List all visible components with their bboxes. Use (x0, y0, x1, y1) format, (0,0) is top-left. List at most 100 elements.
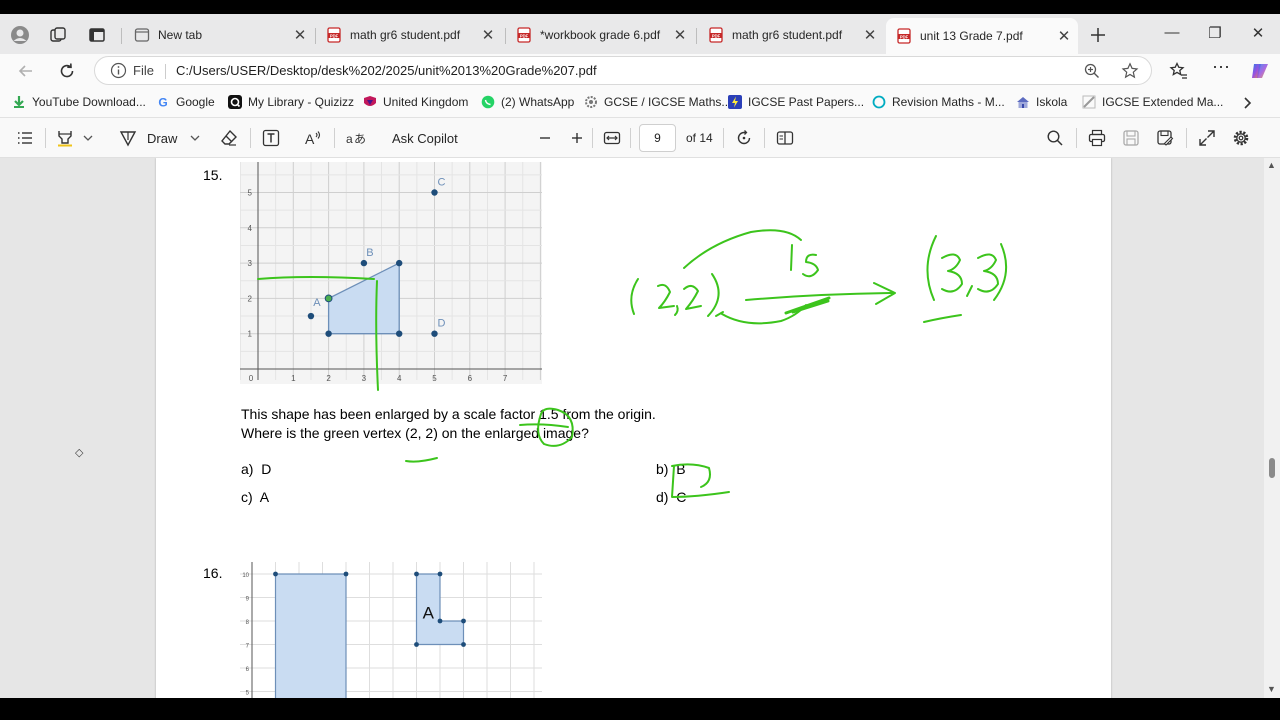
print-icon[interactable] (1088, 129, 1106, 147)
grid-graph-q16: 1098765A (240, 562, 542, 698)
page-view-icon[interactable] (776, 129, 794, 147)
refresh-icon[interactable] (57, 61, 77, 81)
read-aloud-icon[interactable]: A (304, 129, 322, 147)
close-window-icon[interactable]: ✕ (1243, 24, 1273, 42)
draw-pen-icon[interactable] (119, 129, 137, 147)
close-tab-icon[interactable]: ✕ (670, 26, 690, 44)
tab-title: unit 13 Grade 7.pdf (920, 29, 1023, 43)
address-bar[interactable]: File C:/Users/USER/Desktop/desk%202/2025… (94, 56, 1152, 85)
y-tick-label: 5 (248, 189, 253, 198)
search-icon[interactable] (1046, 129, 1064, 147)
tab-actions-icon[interactable] (87, 25, 107, 45)
svg-text:PDF: PDF (330, 33, 339, 38)
ink-paren (707, 273, 720, 317)
chevron-down-icon[interactable] (82, 129, 94, 147)
bookmark-youtube-download[interactable]: YouTube Download... (12, 95, 146, 109)
tab-unit-13-grade-7[interactable]: PDF unit 13 Grade 7.pdf ✕ (886, 18, 1078, 54)
favorites-icon[interactable] (1169, 61, 1189, 81)
restore-icon[interactable]: ❐ (1200, 24, 1230, 42)
school-icon (1017, 97, 1029, 108)
tab-title: *workbook grade 6.pdf (540, 28, 661, 42)
copilot-icon[interactable] (1249, 60, 1271, 82)
draw-label[interactable]: Draw (147, 131, 177, 146)
bookmark-whatsapp[interactable]: (2) WhatsApp (481, 95, 574, 109)
bookmark-gcse-igcse-maths[interactable]: GCSE / IGCSE Maths... (584, 95, 731, 109)
scheme-label: File (133, 63, 154, 78)
zoom-in-icon[interactable] (568, 129, 586, 147)
zoom-out-icon[interactable] (536, 129, 554, 147)
profile-icon[interactable] (10, 25, 30, 45)
add-text-icon[interactable] (262, 129, 280, 147)
chevron-down-icon[interactable] (189, 129, 201, 147)
contents-list-icon[interactable] (16, 129, 34, 147)
pdf-site-icon (1082, 95, 1096, 109)
bookmark-quizizz[interactable]: My Library - Quizizz (228, 95, 354, 109)
option-b[interactable]: b) B (656, 461, 686, 477)
pdf-toolbar: Draw A aあ Ask Copilot 9 of 14 (0, 118, 1280, 158)
pdf-viewport[interactable]: 15. 0123456712345ABCD This shape has bee… (0, 158, 1280, 698)
close-tab-icon[interactable]: ✕ (290, 26, 310, 44)
bookmark-label: Revision Maths - M... (892, 95, 1005, 109)
info-icon[interactable] (110, 62, 127, 79)
translate-icon[interactable]: aあ (346, 129, 366, 147)
zoom-icon[interactable] (1083, 62, 1101, 80)
chevron-right-icon[interactable] (1240, 96, 1254, 110)
question-text-line1: This shape has been enlarged by a scale … (241, 406, 656, 422)
fullscreen-icon[interactable] (1198, 129, 1216, 147)
close-tab-icon[interactable]: ✕ (1054, 27, 1074, 45)
settings-gear-icon[interactable] (1232, 129, 1250, 147)
scrollbar-thumb[interactable] (1269, 458, 1275, 478)
bookmark-igcse-extended-maths[interactable]: IGCSE Extended Ma... (1082, 95, 1223, 109)
fit-width-icon[interactable] (603, 129, 621, 147)
url-text[interactable]: C:/Users/USER/Desktop/desk%202/2025/unit… (176, 63, 597, 78)
bookmark-google[interactable]: G Google (156, 95, 215, 110)
eraser-icon[interactable] (220, 129, 238, 147)
bookmark-iskola[interactable]: Iskola (1016, 95, 1067, 109)
tab-new-tab[interactable]: New tab ✕ (124, 20, 314, 50)
svg-text:G: G (158, 96, 167, 110)
highlight-icon[interactable] (56, 129, 74, 147)
point-label-c: C (438, 177, 446, 189)
svg-text:PDF: PDF (520, 33, 529, 38)
shape-vertex (414, 571, 419, 577)
save-icon[interactable] (1122, 129, 1140, 147)
bookmark-label: United Kingdom (383, 95, 469, 109)
point-label-d: D (438, 318, 446, 330)
close-tab-icon[interactable]: ✕ (860, 26, 880, 44)
google-icon: G (158, 96, 167, 110)
scroll-down-icon[interactable]: ▼ (1267, 684, 1276, 694)
option-d[interactable]: d) C (656, 489, 686, 505)
shape-vertex (461, 642, 466, 647)
option-key: a) (241, 461, 254, 477)
shape-vertex (437, 571, 443, 577)
scroll-up-icon[interactable]: ▲ (1267, 160, 1276, 170)
svg-text:PDF: PDF (712, 33, 721, 38)
workspaces-icon[interactable] (48, 25, 68, 45)
question-number: 16. (203, 565, 223, 581)
bookmark-revision-maths[interactable]: Revision Maths - M... (872, 95, 1005, 109)
cambridge-icon (364, 96, 376, 106)
option-a[interactable]: a) D (241, 461, 271, 477)
close-tab-icon[interactable]: ✕ (478, 26, 498, 44)
favorite-star-icon[interactable] (1121, 62, 1139, 80)
more-options-icon[interactable]: ⋯ (1211, 57, 1231, 77)
bookmark-igcse-past-papers[interactable]: IGCSE Past Papers... (728, 95, 864, 109)
tab-workbook-grade-6[interactable]: PDF *workbook grade 6.pdf ✕ (506, 20, 694, 50)
back-icon[interactable] (16, 61, 36, 81)
cursor-marker-icon: ◇ (75, 447, 84, 459)
minimize-icon[interactable]: — (1157, 24, 1187, 41)
tab-math-gr6-student-2[interactable]: PDF math gr6 student.pdf ✕ (698, 20, 884, 50)
svg-text:A: A (305, 131, 315, 147)
vertical-scrollbar[interactable]: ▲ ▼ (1264, 158, 1280, 698)
bookmark-united-kingdom[interactable]: United Kingdom (363, 95, 468, 109)
ink-curve-bottom (721, 304, 807, 325)
option-c[interactable]: c) A (241, 489, 269, 505)
save-as-icon[interactable] (1156, 129, 1174, 147)
new-tab-plus-icon[interactable] (1088, 25, 1108, 45)
ask-copilot-label[interactable]: Ask Copilot (392, 131, 458, 146)
tab-math-gr6-student-1[interactable]: PDF math gr6 student.pdf ✕ (316, 20, 502, 50)
page-number-input[interactable]: 9 (639, 124, 676, 152)
option-key: d) (656, 489, 669, 505)
bookmark-label: Google (176, 95, 215, 109)
rotate-icon[interactable] (735, 129, 753, 147)
